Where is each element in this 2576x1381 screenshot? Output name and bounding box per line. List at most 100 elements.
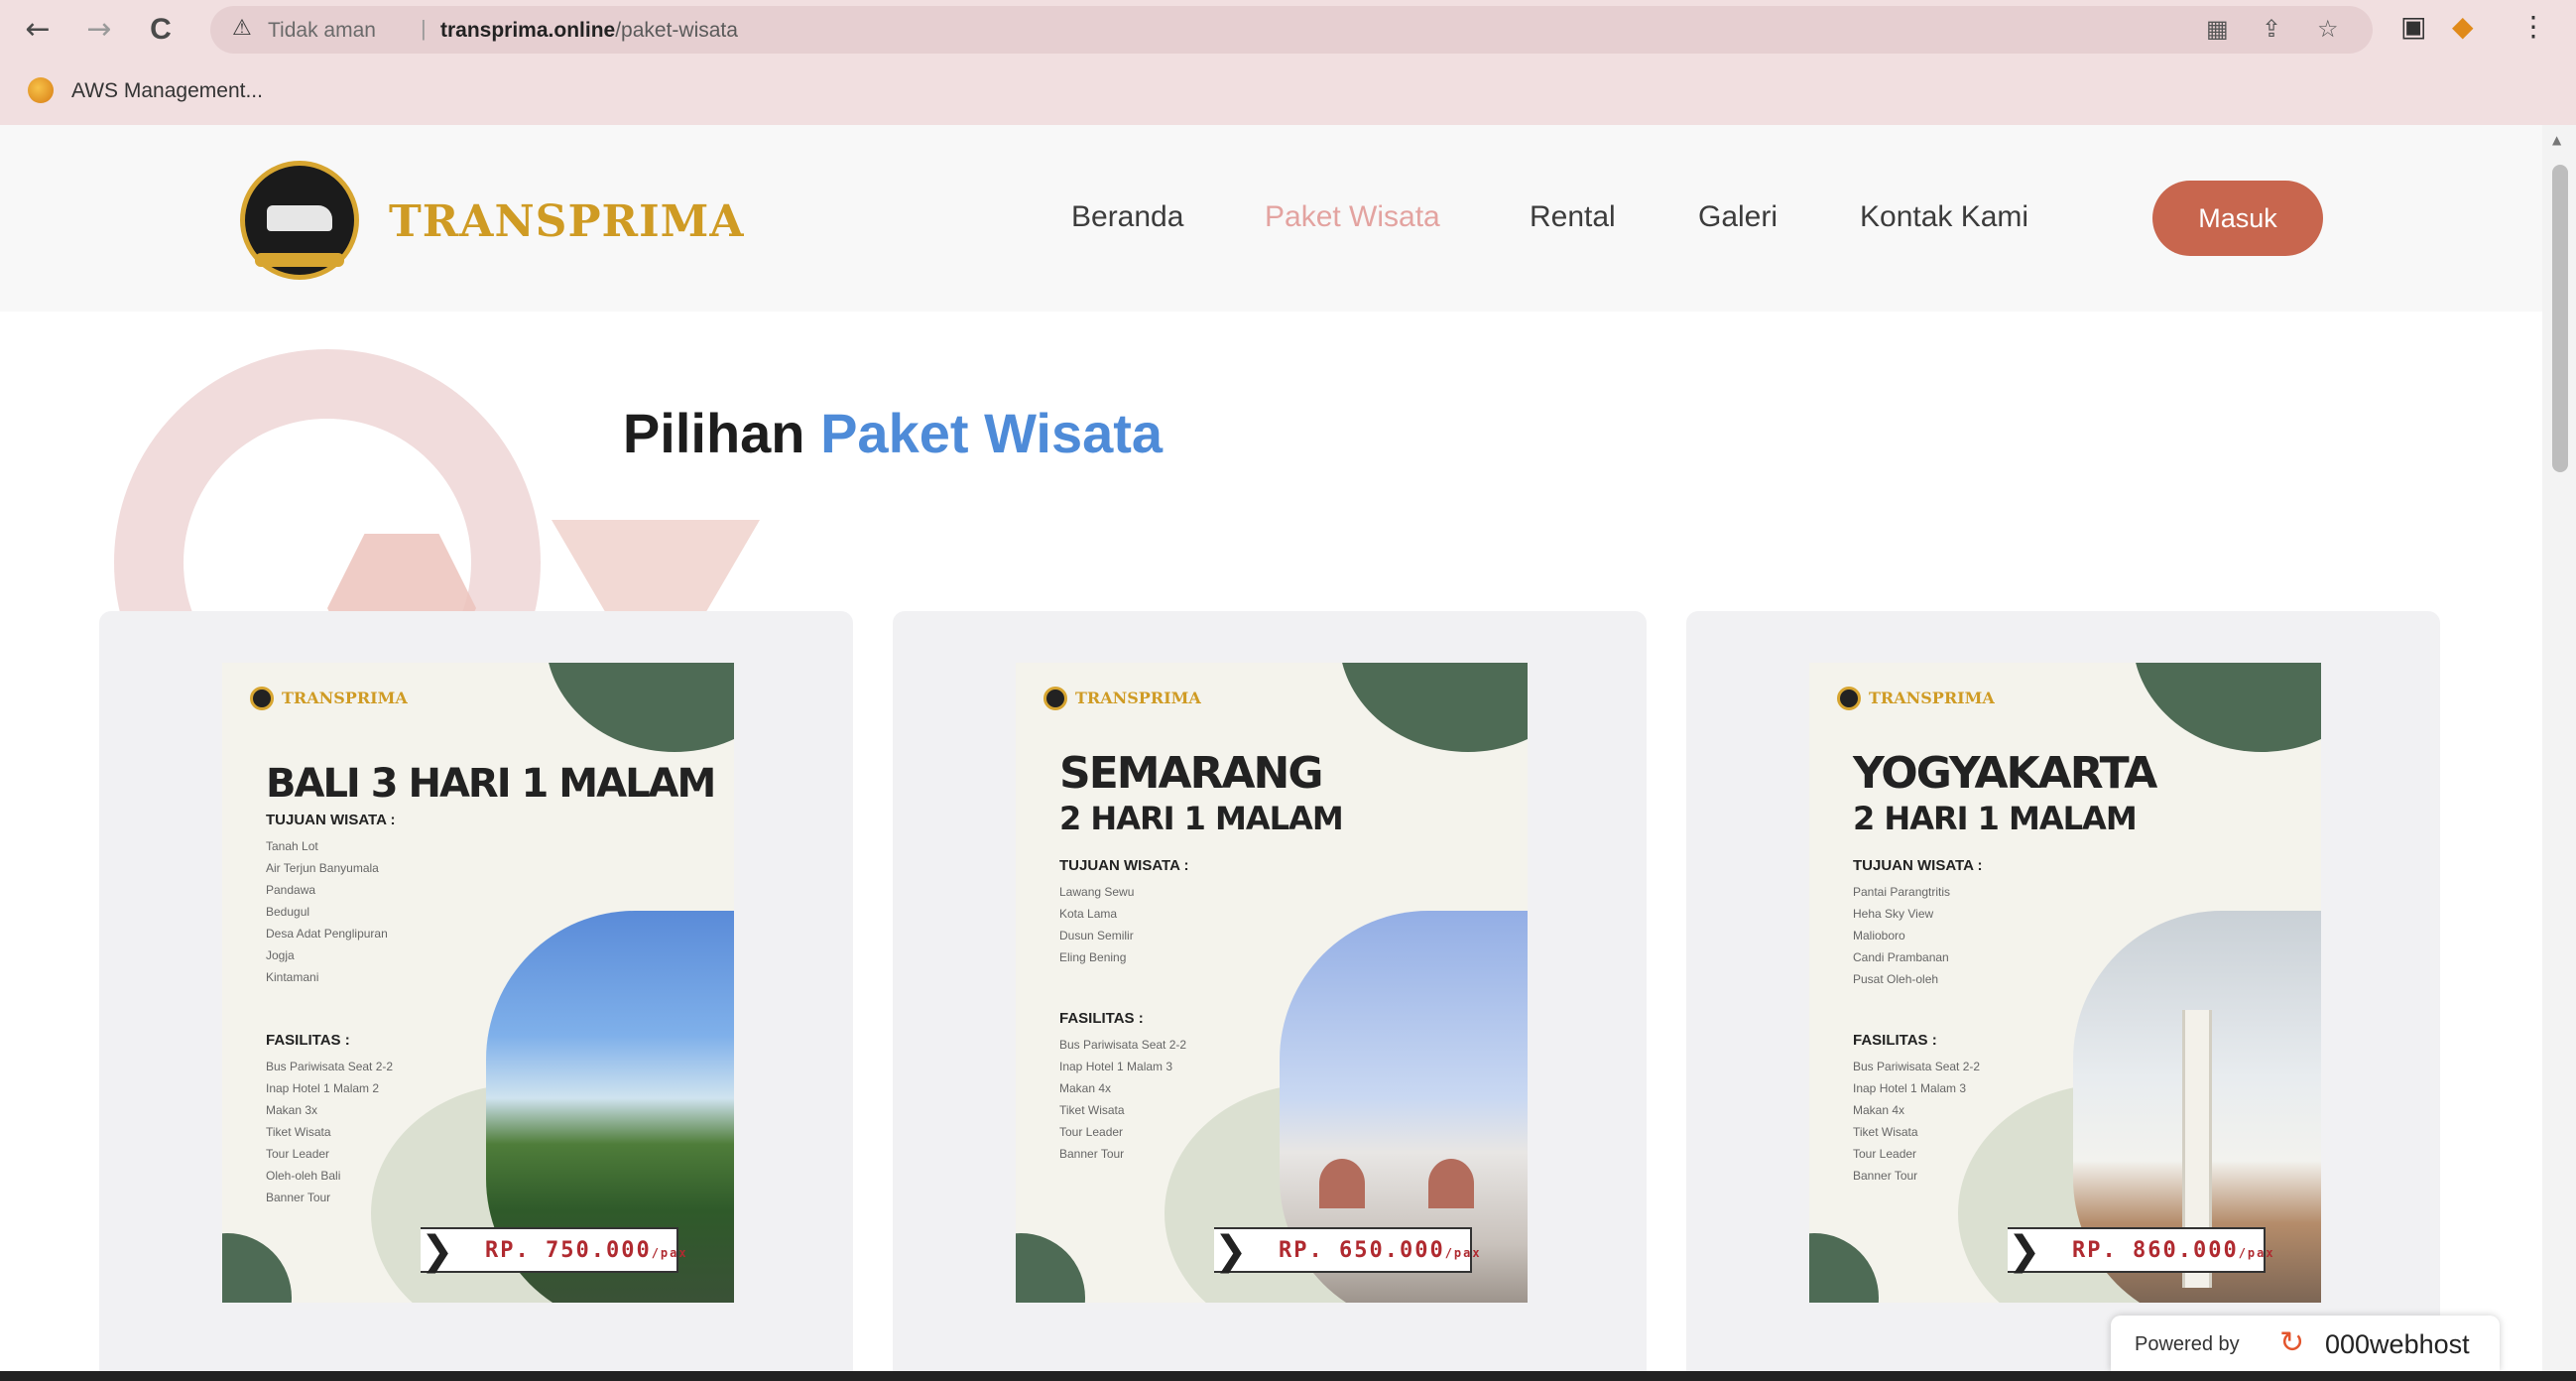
webhost-brand: 000webhost xyxy=(2325,1329,2470,1359)
flyer-corner-shape xyxy=(546,663,734,752)
nav-paket-wisata[interactable]: Paket Wisata xyxy=(1265,200,1440,234)
share-icon[interactable]: ⇪ xyxy=(2262,15,2281,43)
page-scrollbar[interactable]: ▲ xyxy=(2542,125,2576,1371)
nav-beranda[interactable]: Beranda xyxy=(1071,200,1183,234)
list-item: Tanah Lot xyxy=(266,839,318,853)
list-item: Dusun Semilir xyxy=(1059,929,1134,942)
nav-galeri[interactable]: Galeri xyxy=(1698,200,1778,234)
chevron-right-icon: ❯ xyxy=(2008,1228,2041,1274)
chevron-right-icon: ❯ xyxy=(1214,1228,1248,1274)
church-dome xyxy=(1428,1159,1474,1208)
back-icon[interactable]: ← xyxy=(18,10,58,50)
bookmark-star-icon[interactable]: ☆ xyxy=(2317,15,2339,43)
translate-icon[interactable]: ▦ xyxy=(2206,15,2229,43)
url-domain: transprima.online xyxy=(440,19,616,42)
flyer-corner-shape xyxy=(1016,1233,1085,1303)
scrollbar-thumb[interactable] xyxy=(2552,165,2568,472)
package-flyer[interactable]: TRANSPRIMA BALI 3 HARI 1 MALAM TUJUAN WI… xyxy=(222,663,734,1303)
list-item: Makan 4x xyxy=(1853,1103,1905,1117)
list-item: Bus Pariwisata Seat 2-2 xyxy=(1059,1038,1187,1052)
list-item: Lawang Sewu xyxy=(1059,885,1135,899)
package-card-semarang[interactable]: TRANSPRIMA SEMARANG 2 HARI 1 MALAM TUJUA… xyxy=(893,611,1647,1371)
package-subtitle: 2 HARI 1 MALAM xyxy=(1853,800,2138,837)
fasilitas-label: FASILITAS : xyxy=(1059,1010,1144,1027)
flyer-logo-icon xyxy=(250,687,274,710)
list-item: Kota Lama xyxy=(1059,907,1118,921)
bookmark-aws[interactable]: AWS Management... xyxy=(71,79,263,103)
list-item: Pantai Parangtritis xyxy=(1853,885,1951,899)
list-item: Tour Leader xyxy=(1853,1147,1917,1161)
flyer-logo-icon xyxy=(1043,687,1067,710)
list-item: Tiket Wisata xyxy=(1059,1103,1125,1117)
list-item: Banner Tour xyxy=(1059,1147,1125,1161)
powered-by-badge[interactable]: Powered by ↻ 000webhost xyxy=(2111,1316,2500,1371)
flyer-corner-shape xyxy=(222,1233,292,1303)
section-title: Pilihan Paket Wisata xyxy=(0,401,1785,465)
forward-icon[interactable]: → xyxy=(79,10,119,50)
church-dome xyxy=(1319,1159,1365,1208)
list-item: Tiket Wisata xyxy=(266,1125,331,1139)
flyer-corner-shape xyxy=(1809,1233,1879,1303)
list-item: Banner Tour xyxy=(1853,1169,1918,1183)
insecure-label[interactable]: Tidak aman xyxy=(268,19,376,43)
list-item: Air Terjun Banyumala xyxy=(266,861,379,875)
package-price: RP. 750.000/pax xyxy=(485,1238,688,1263)
package-price: RP. 860.000/pax xyxy=(2072,1238,2275,1263)
list-item: Malioboro xyxy=(1853,929,1905,942)
package-subtitle: 2 HARI 1 MALAM xyxy=(1059,800,1344,837)
aws-bookmark-icon[interactable] xyxy=(28,77,54,103)
package-flyer[interactable]: TRANSPRIMA YOGYAKARTA 2 HARI 1 MALAM TUJ… xyxy=(1809,663,2321,1303)
list-item: Tour Leader xyxy=(1059,1125,1124,1139)
tujuan-label: TUJUAN WISATA : xyxy=(266,812,396,828)
list-item: Bus Pariwisata Seat 2-2 xyxy=(1853,1060,1981,1073)
package-price: RP. 650.000/pax xyxy=(1279,1238,1482,1263)
package-card-yogyakarta[interactable]: TRANSPRIMA YOGYAKARTA 2 HARI 1 MALAM TUJ… xyxy=(1686,611,2440,1371)
url-path: /paket-wisata xyxy=(615,19,738,42)
login-button[interactable]: Masuk xyxy=(2152,181,2323,256)
flyer-brand: TRANSPRIMA xyxy=(1075,689,1201,707)
list-item: Inap Hotel 1 Malam 3 xyxy=(1853,1081,1967,1095)
reload-icon[interactable]: C xyxy=(141,10,181,50)
package-title: SEMARANG xyxy=(1059,748,1323,799)
list-item: Pandawa xyxy=(266,883,316,897)
list-item: Eling Bening xyxy=(1059,950,1127,964)
brand-name[interactable]: TRANSPRIMA xyxy=(389,196,745,247)
package-flyer[interactable]: TRANSPRIMA SEMARANG 2 HARI 1 MALAM TUJUA… xyxy=(1016,663,1528,1303)
list-item: Makan 3x xyxy=(266,1103,318,1117)
nav-kontak-kami[interactable]: Kontak Kami xyxy=(1860,200,2028,234)
transprima-logo[interactable] xyxy=(240,161,359,280)
tujuan-label: TUJUAN WISATA : xyxy=(1059,857,1189,874)
list-item: Bedugul xyxy=(266,905,310,919)
tujuan-list: Pantai Parangtritis Heha Sky View Maliob… xyxy=(1853,881,1950,990)
nav-rental[interactable]: Rental xyxy=(1530,200,1616,234)
flyer-corner-shape xyxy=(2133,663,2321,752)
list-item: Oleh-oleh Bali xyxy=(266,1169,341,1183)
tab-search-icon[interactable]: ▣ xyxy=(2400,10,2426,43)
tujuan-list: Tanah Lot Air Terjun Banyumala Pandawa B… xyxy=(266,835,388,988)
address-bar[interactable]: ⚠ Tidak aman | transprima.online/paket-w… xyxy=(210,6,2373,54)
flyer-brand: TRANSPRIMA xyxy=(282,689,408,707)
list-item: Inap Hotel 1 Malam 3 xyxy=(1059,1060,1173,1073)
package-card-bali[interactable]: TRANSPRIMA BALI 3 HARI 1 MALAM TUJUAN WI… xyxy=(99,611,853,1371)
list-item: Tiket Wisata xyxy=(1853,1125,1918,1139)
window-bottom-border xyxy=(0,1371,2576,1381)
scroll-up-icon[interactable]: ▲ xyxy=(2552,133,2561,147)
bookmarks-bar: AWS Management... xyxy=(0,63,2576,115)
webhost-logo-icon: ↻ xyxy=(2279,1325,2305,1360)
url-text[interactable]: transprima.online/paket-wisata xyxy=(440,19,738,43)
tujuan-list: Lawang Sewu Kota Lama Dusun Semilir Elin… xyxy=(1059,881,1134,968)
list-item: Inap Hotel 1 Malam 2 xyxy=(266,1081,380,1095)
warning-icon[interactable]: ⚠ xyxy=(232,16,252,41)
list-item: Desa Adat Penglipuran xyxy=(266,927,388,941)
section-title-highlight: Paket Wisata xyxy=(820,402,1164,464)
package-title: YOGYAKARTA xyxy=(1853,748,2157,799)
list-item: Candi Prambanan xyxy=(1853,950,1949,964)
fasilitas-label: FASILITAS : xyxy=(1853,1032,1937,1049)
chevron-right-icon: ❯ xyxy=(421,1228,454,1274)
browser-menu-icon[interactable]: ⋮ xyxy=(2519,10,2547,43)
list-item: Jogja xyxy=(266,948,295,962)
tujuan-label: TUJUAN WISATA : xyxy=(1853,857,1983,874)
list-item: Bus Pariwisata Seat 2-2 xyxy=(266,1060,394,1073)
extension-icon[interactable]: ◆ xyxy=(2452,10,2474,43)
list-item: Kintamani xyxy=(266,970,319,984)
